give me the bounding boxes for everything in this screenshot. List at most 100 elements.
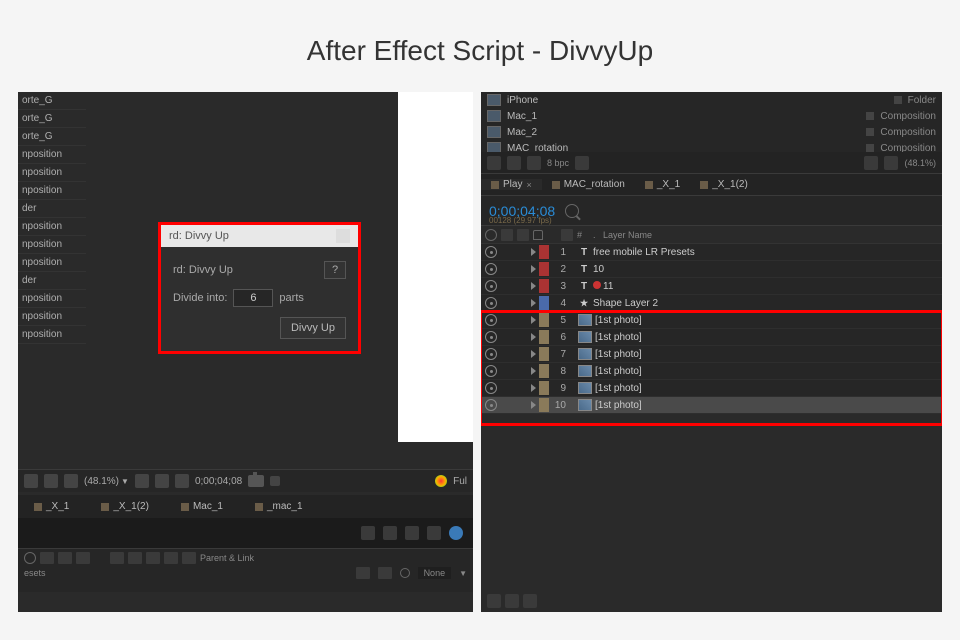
layer-row[interactable]: 3T11 <box>481 278 942 295</box>
search-icon[interactable] <box>565 204 579 218</box>
sidebar-item[interactable]: nposition <box>18 236 86 254</box>
comp-tab[interactable]: _X_1 <box>18 499 85 514</box>
blue-toggle-icon[interactable] <box>449 526 463 540</box>
hdr-eye-icon[interactable] <box>485 229 497 241</box>
project-item[interactable]: Mac_2Composition <box>481 124 942 140</box>
label-color[interactable] <box>539 330 549 344</box>
res-icon[interactable] <box>135 474 149 488</box>
sidebar-item[interactable]: orte_G <box>18 92 86 110</box>
close-icon[interactable]: × <box>526 180 531 190</box>
expand-icon[interactable] <box>531 401 536 409</box>
visibility-toggle[interactable] <box>485 382 497 394</box>
sidebar-item[interactable]: nposition <box>18 182 86 200</box>
channel-icon[interactable] <box>155 474 169 488</box>
motion-blur-icon[interactable] <box>146 552 160 564</box>
mask2-icon[interactable] <box>884 156 898 170</box>
switch-icon[interactable] <box>356 567 370 579</box>
new-folder-icon[interactable] <box>507 156 521 170</box>
solo-icon[interactable] <box>58 552 72 564</box>
layer-row[interactable]: 1Tfree mobile LR Presets <box>481 244 942 261</box>
sidebar-item[interactable]: orte_G <box>18 128 86 146</box>
project-item[interactable]: iPhoneFolder <box>481 92 942 108</box>
hdr-audio-icon[interactable] <box>501 229 513 241</box>
layer-row[interactable]: 10[1st photo] <box>481 397 942 414</box>
label-color[interactable] <box>539 262 549 276</box>
zoom-right[interactable]: (48.1%) <box>904 158 936 168</box>
sidebar-item[interactable]: der <box>18 272 86 290</box>
close-icon[interactable] <box>336 229 350 243</box>
toggle-switches-icon[interactable] <box>487 594 501 608</box>
timecode-display[interactable]: 0;00;04;08 <box>195 476 242 487</box>
align-icon[interactable] <box>361 526 375 540</box>
label-color[interactable] <box>539 364 549 378</box>
comp-tab[interactable]: Mac_1 <box>165 499 239 514</box>
zoom-dropdown[interactable]: (48.1%) ▼ <box>84 476 129 487</box>
comp-tab[interactable]: _mac_1 <box>239 499 319 514</box>
hdr-solo-icon[interactable] <box>517 229 529 241</box>
project-item[interactable]: Mac_1Composition <box>481 108 942 124</box>
dialog-titlebar[interactable]: rd: Divvy Up <box>161 225 358 247</box>
timeline-tab[interactable]: Play× <box>481 179 542 190</box>
fx-icon[interactable] <box>110 552 124 564</box>
visibility-toggle[interactable] <box>485 331 497 343</box>
parent-none-dropdown[interactable]: None <box>418 567 452 579</box>
sidebar-item[interactable]: nposition <box>18 146 86 164</box>
bpc-label[interactable]: 8 bpc <box>547 158 569 168</box>
trash-icon[interactable] <box>575 156 589 170</box>
visibility-toggle[interactable] <box>485 263 497 275</box>
audio-icon[interactable] <box>40 552 54 564</box>
stack-icon[interactable] <box>427 526 441 540</box>
label-color[interactable] <box>539 381 549 395</box>
visibility-toggle[interactable] <box>485 246 497 258</box>
adjust-icon[interactable] <box>164 552 178 564</box>
comp-tab[interactable]: _X_1(2) <box>85 499 165 514</box>
layers-icon[interactable] <box>405 526 419 540</box>
visibility-toggle[interactable] <box>485 365 497 377</box>
label-color[interactable] <box>539 313 549 327</box>
timeline-tab[interactable]: _X_1 <box>635 179 690 190</box>
layout-icon[interactable] <box>44 474 58 488</box>
snapshot-icon[interactable] <box>270 476 280 486</box>
timeline-tab[interactable]: _X_1(2) <box>690 179 758 190</box>
layer-row[interactable]: 6[1st photo] <box>481 329 942 346</box>
expand-icon[interactable] <box>531 282 536 290</box>
divvy-up-button[interactable]: Divvy Up <box>280 317 346 339</box>
sidebar-item[interactable]: nposition <box>18 254 86 272</box>
expand-icon[interactable] <box>531 333 536 341</box>
guides-icon[interactable] <box>175 474 189 488</box>
grid-icon[interactable] <box>24 474 38 488</box>
help-button[interactable]: ? <box>324 261 346 279</box>
3d-icon[interactable] <box>182 552 196 564</box>
expand-icon[interactable] <box>531 384 536 392</box>
transparency-icon[interactable] <box>864 156 878 170</box>
expand-icon[interactable] <box>531 350 536 358</box>
layer-row[interactable]: 2T10 <box>481 261 942 278</box>
sidebar-item[interactable]: nposition <box>18 290 86 308</box>
color-picker-icon[interactable] <box>435 475 447 487</box>
expand-icon[interactable] <box>531 299 536 307</box>
hdr-lock-icon[interactable] <box>533 230 543 240</box>
visibility-toggle[interactable] <box>485 314 497 326</box>
layer-row[interactable]: 7[1st photo] <box>481 346 942 363</box>
sidebar-item[interactable]: der <box>18 200 86 218</box>
visibility-toggle[interactable] <box>485 297 497 309</box>
layer-row[interactable]: 9[1st photo] <box>481 380 942 397</box>
layer-row[interactable]: 5[1st photo] <box>481 312 942 329</box>
label-color[interactable] <box>539 398 549 412</box>
expand-icon[interactable] <box>531 367 536 375</box>
divide-value-input[interactable] <box>233 289 273 307</box>
label-color[interactable] <box>539 296 549 310</box>
expand-icon[interactable] <box>531 316 536 324</box>
toggle-brackets-icon[interactable] <box>523 594 537 608</box>
timeline-tab[interactable]: MAC_rotation <box>542 179 635 190</box>
label-color[interactable] <box>539 347 549 361</box>
sidebar-item[interactable]: nposition <box>18 308 86 326</box>
layer-row[interactable]: 8[1st photo] <box>481 363 942 380</box>
mask-icon[interactable] <box>64 474 78 488</box>
sidebar-item[interactable]: orte_G <box>18 110 86 128</box>
switch2-icon[interactable] <box>378 567 392 579</box>
expand-icon[interactable] <box>531 248 536 256</box>
hdr-label-icon[interactable] <box>561 229 573 241</box>
camera-icon[interactable] <box>248 475 264 487</box>
expand-icon[interactable] <box>531 265 536 273</box>
